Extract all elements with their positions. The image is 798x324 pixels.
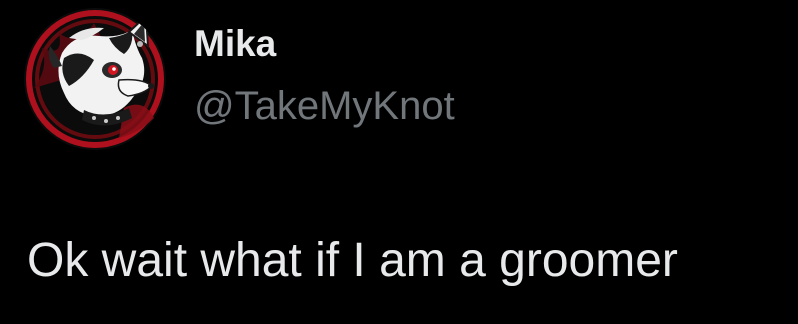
display-name[interactable]: Mika [194,22,276,66]
user-handle[interactable]: @TakeMyKnot [194,82,455,130]
tweet-card: Mika @TakeMyKnot Ok wait what if I am a … [0,0,798,324]
avatar[interactable] [24,8,166,150]
tweet-text: Ok wait what if I am a groomer [27,234,678,287]
avatar-illustration-icon [24,8,166,150]
